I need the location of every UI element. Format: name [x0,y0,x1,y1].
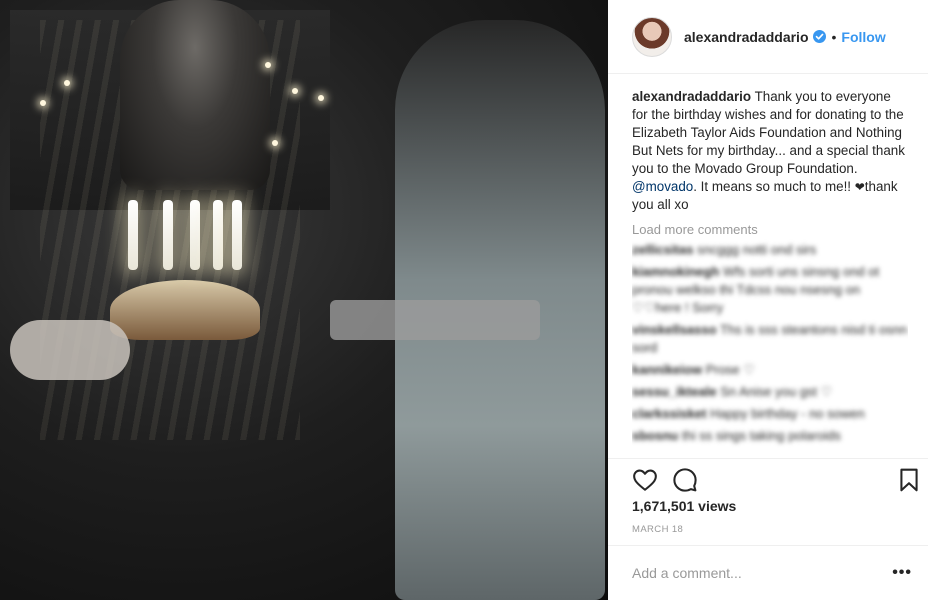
comment-item: sessu_ikteale Sn Anise you gst ♡ [632,383,908,401]
load-more-comments-button[interactable]: Load more comments [632,222,908,237]
comment-text: Prose ♡ [705,362,755,377]
comment-item: zellicsitas sncggg notti ond sirs [632,241,908,259]
caption-username[interactable]: alexandradaddario [632,89,751,104]
comments-list[interactable]: alexandradaddario Thank you to everyone … [632,88,908,458]
person-left [120,0,270,190]
candle [163,200,173,270]
bookmark-outline-icon[interactable] [896,467,922,493]
comment-text: sncggg notti ond sirs [697,242,817,257]
hand [10,320,130,380]
header-separator: • [831,28,837,45]
caption-mention-link[interactable]: @movado [632,179,693,194]
heart-outline-icon[interactable] [632,467,658,493]
post-video[interactable] [0,0,608,600]
comment-bubble-icon[interactable] [672,467,698,493]
avatar[interactable] [632,16,672,57]
comment-username[interactable]: vinskellsasso [632,322,717,337]
comment-username[interactable]: sbosnu [632,428,678,443]
comment-item: clarkssisket Happy birthday - no sowen [632,405,908,423]
caption-text-after: . It means so much to me!! [693,179,855,194]
comment-username[interactable]: zellicsitas [632,242,693,257]
verified-badge-icon [812,30,826,43]
comment-item: kiamnokinegh Wfs sorti uns sinsng ond ot… [632,263,908,317]
comment-username[interactable]: kiamnokinegh [632,264,719,279]
comment-item: vinskellsasso Ths is sss steantons nisd … [632,321,908,357]
post-date[interactable]: MARCH 18 [632,524,683,535]
caption: alexandradaddario Thank you to everyone … [632,88,908,214]
candle [232,200,242,270]
comment-text: Happy birthday - no sowen [710,406,865,421]
follow-button[interactable]: Follow [841,29,885,45]
birthday-cake [110,280,260,340]
candle [190,200,200,270]
heart-emoji: ❤ [854,180,865,194]
more-options-button[interactable]: ••• [892,564,912,582]
add-comment-bar: Add a comment... ••• [608,545,928,600]
comment-item: kannikeiow Prose ♡ [632,361,908,379]
comment-username[interactable]: clarkssisket [632,406,706,421]
candle [213,200,223,270]
comment-username[interactable]: sessu_ikteale [632,384,717,399]
header-username[interactable]: alexandradaddario [684,29,809,45]
comment-text: thi ss sings taking polaroids [681,428,841,443]
comment-username[interactable]: kannikeiow [632,362,702,377]
post-header: alexandradaddario • Follow [608,0,928,74]
comment-item: sbosnu thi ss sings taking polaroids [632,427,908,445]
comment-text: Sn Anise you gst ♡ [720,384,833,399]
view-count[interactable]: 1,671,501 views [632,498,736,514]
plates-table [330,300,540,340]
post-actions: 1,671,501 views MARCH 18 [608,458,928,542]
post-side-panel: alexandradaddario • Follow alexandradadd… [608,0,928,600]
comment-input[interactable]: Add a comment... [632,565,892,581]
candle [128,200,138,270]
